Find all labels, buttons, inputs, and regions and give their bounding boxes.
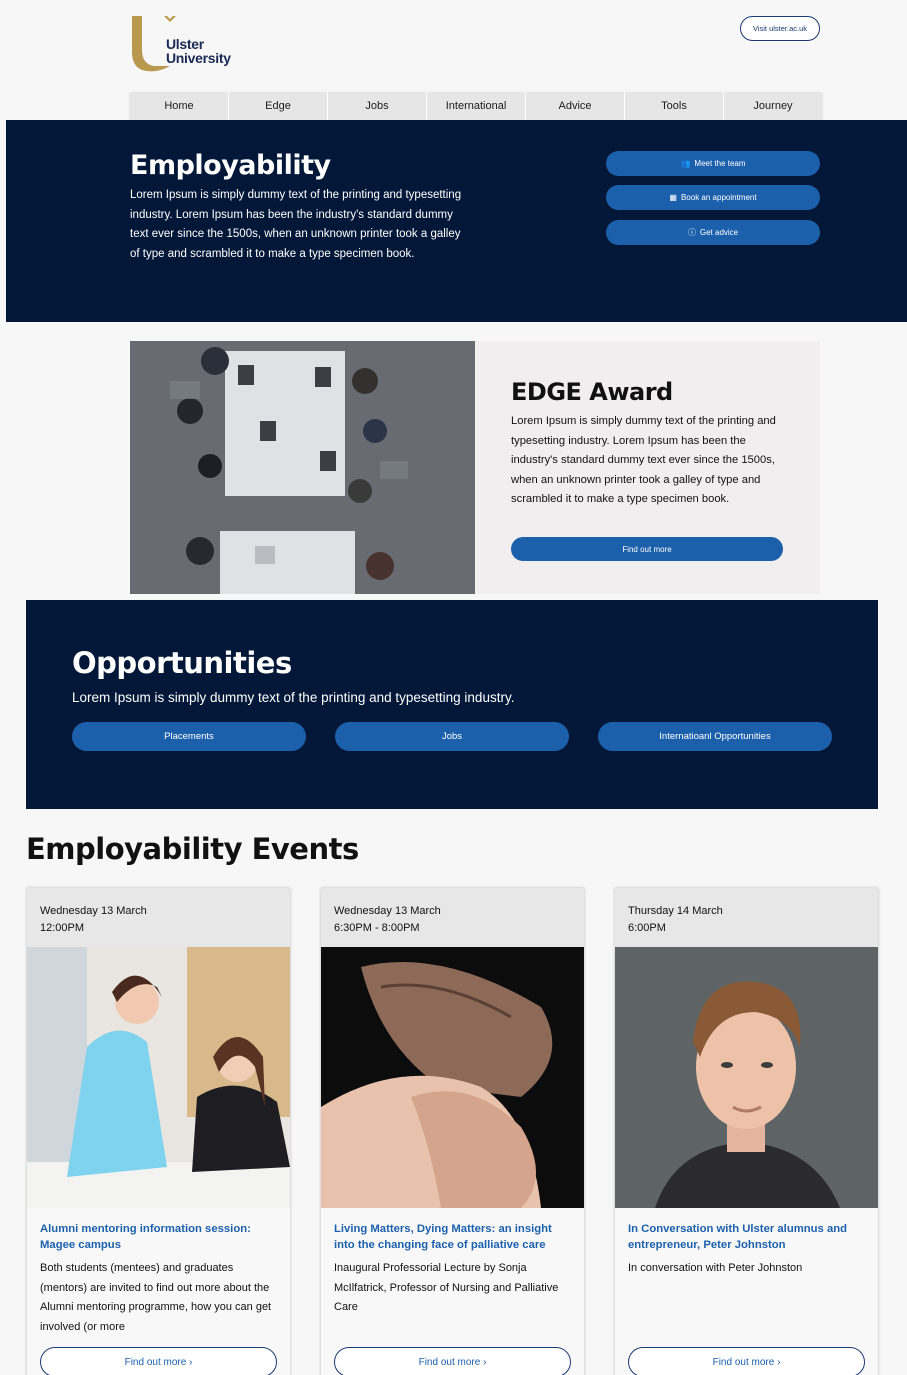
edge-award-title: EDGE Award: [511, 378, 673, 406]
nav-item-home[interactable]: Home: [130, 92, 229, 120]
event-date: Wednesday 13 March: [334, 905, 441, 917]
event-description: In conversation with Peter Johnston: [628, 1262, 803, 1274]
meet-the-team-label: Meet the team: [694, 159, 746, 168]
calendar-icon: ▦: [669, 193, 677, 202]
event-time: 6:00PM: [628, 922, 666, 934]
info-icon: ⓘ: [687, 228, 696, 237]
nav-item-tools[interactable]: Tools: [625, 92, 724, 120]
event-datetime: Wednesday 13 March 6:30PM - 8:00PM: [334, 903, 441, 937]
get-advice-label: Get advice: [699, 228, 739, 237]
event-date: Wednesday 13 March: [40, 905, 147, 917]
event-title[interactable]: Living Matters, Dying Matters: an insigh…: [334, 1221, 574, 1253]
event-card-header: Wednesday 13 March 6:30PM - 8:00PM: [321, 888, 584, 947]
meet-the-team-button[interactable]: 👥 Meet the team: [606, 151, 820, 176]
event-image-mentoring: [27, 947, 290, 1208]
book-appointment-label: Book an appointment: [680, 193, 757, 202]
international-opportunities-button[interactable]: Internatioanl Opportunities: [598, 722, 832, 751]
opportunities-text: Lorem Ipsum is simply dummy text of the …: [72, 690, 515, 705]
event-description: Inaugural Professorial Lecture by Sonja …: [334, 1262, 559, 1313]
edge-find-out-more-button[interactable]: Find out more: [511, 537, 783, 561]
event-card: Wednesday 13 March 6:30PM - 8:00PM Livin…: [321, 888, 584, 1375]
event-image-portrait: [615, 947, 878, 1208]
event-time: 6:30PM - 8:00PM: [334, 922, 420, 934]
event-description: Both students (mentees) and graduates (m…: [40, 1262, 272, 1333]
event-datetime: Wednesday 13 March 12:00PM: [40, 903, 147, 937]
event-find-out-more-button[interactable]: Find out more ›: [334, 1347, 571, 1375]
event-datetime: Thursday 14 March 6:00PM: [628, 903, 723, 937]
edge-award-text: Lorem Ipsum is simply dummy text of the …: [511, 415, 776, 505]
logo-wordmark: Ulster University: [166, 37, 231, 65]
edge-award-image: [130, 341, 475, 594]
jobs-button[interactable]: Jobs: [335, 722, 569, 751]
users-icon: 👥: [680, 159, 691, 168]
event-card-header: Thursday 14 March 6:00PM: [615, 888, 878, 947]
events-title: Employability Events: [26, 832, 359, 866]
opportunities-title: Opportunities: [72, 646, 292, 680]
event-card: Thursday 14 March 6:00PM In Conversation…: [615, 888, 878, 1375]
get-advice-button[interactable]: ⓘ Get advice: [606, 220, 820, 245]
event-card: Wednesday 13 March 12:00PM Alumni mentor…: [27, 888, 290, 1375]
event-find-out-more-button[interactable]: Find out more ›: [628, 1347, 865, 1375]
event-card-header: Wednesday 13 March 12:00PM: [27, 888, 290, 947]
hero-title: Employability: [130, 150, 331, 181]
visit-site-button[interactable]: Visit ulster.ac.uk: [740, 16, 820, 41]
nav-item-advice[interactable]: Advice: [526, 92, 625, 120]
nav-item-jobs[interactable]: Jobs: [328, 92, 427, 120]
event-date: Thursday 14 March: [628, 905, 723, 917]
book-appointment-button[interactable]: ▦ Book an appointment: [606, 185, 820, 210]
logo-line-2: University: [166, 50, 231, 66]
placements-button[interactable]: Placements: [72, 722, 306, 751]
nav-item-edge[interactable]: Edge: [229, 92, 328, 120]
event-image-hands: [321, 947, 584, 1208]
event-time: 12:00PM: [40, 922, 85, 934]
main-nav: Home Edge Jobs International Advice Tool…: [130, 92, 822, 120]
nav-item-journey[interactable]: Journey: [724, 92, 822, 120]
nav-item-international[interactable]: International: [427, 92, 526, 120]
event-title[interactable]: In Conversation with Ulster alumnus and …: [628, 1221, 868, 1253]
event-find-out-more-button[interactable]: Find out more ›: [40, 1347, 277, 1375]
logo-line-1: Ulster: [166, 36, 204, 52]
hero-text: Lorem Ipsum is simply dummy text of the …: [130, 189, 462, 260]
event-title[interactable]: Alumni mentoring information session: Ma…: [40, 1221, 280, 1253]
